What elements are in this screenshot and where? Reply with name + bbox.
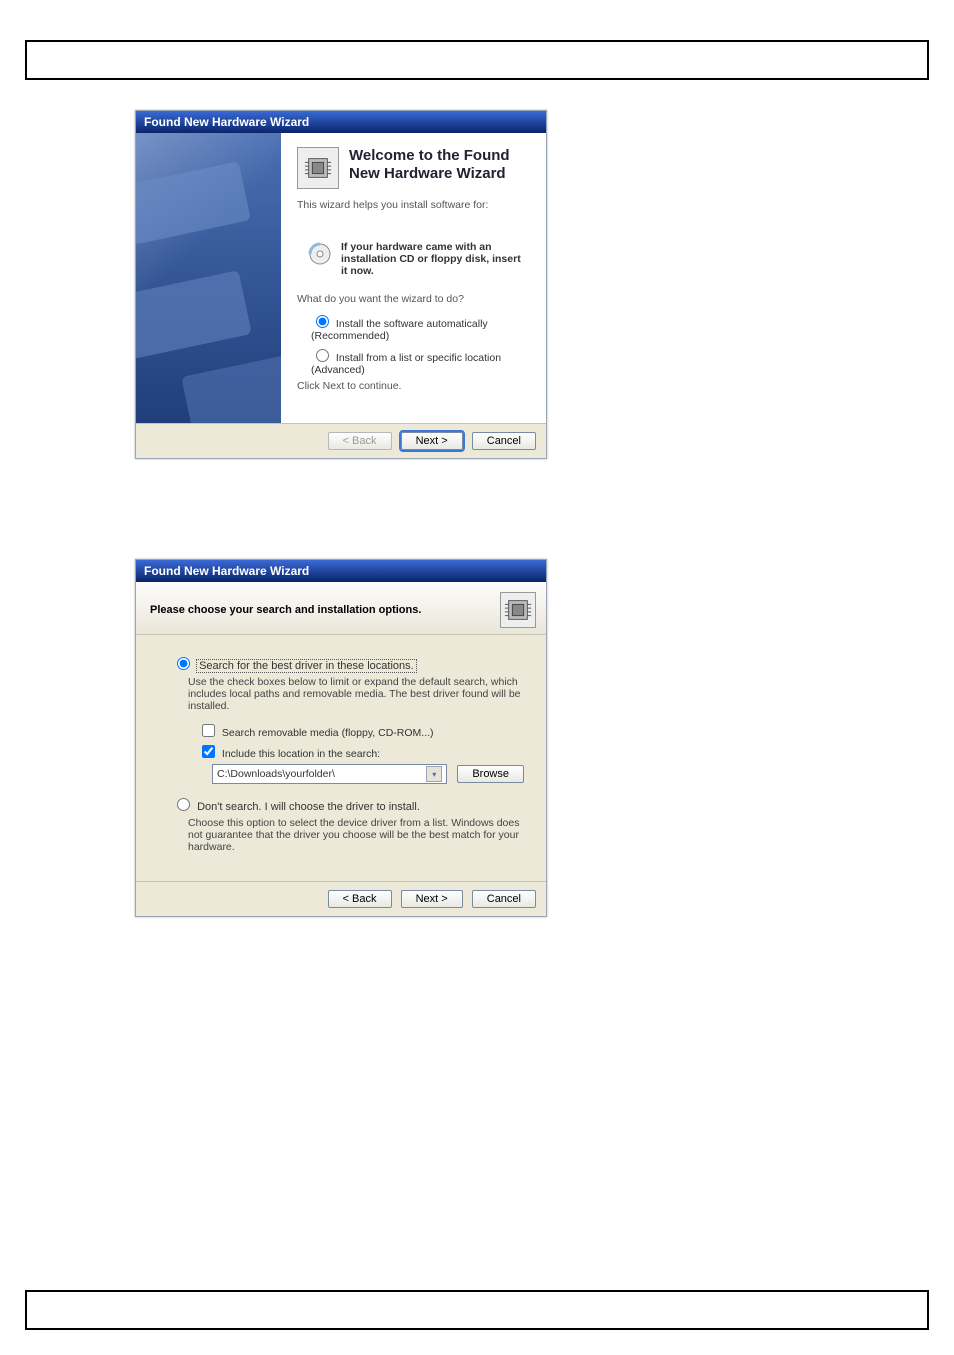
wizard1-opt-advanced[interactable]: Install from a list or specific location… (311, 345, 530, 376)
page-header-box (25, 40, 929, 80)
wizard2-path-row: C:\Downloads\yourfolder\ ▾ Browse (212, 764, 524, 784)
wizard1-cd-hint-row: If your hardware came with an installati… (307, 241, 530, 277)
wizard1-options: Install the software automatically (Reco… (311, 311, 530, 376)
wizard2-body: Search for the best driver in these loca… (136, 635, 546, 881)
wizard1-cd-hint: If your hardware came with an installati… (341, 241, 530, 277)
wizard1-next-button[interactable]: Next > (401, 432, 463, 450)
wizard2-search-desc: Use the check boxes below to limit or ex… (188, 676, 524, 712)
wizard1-body: Welcome to the Found New Hardware Wizard… (136, 133, 546, 423)
wizard1-back-button: < Back (328, 432, 392, 450)
wizard2-subtitle: Please choose your search and installati… (150, 604, 421, 616)
wizard1-titlebar: Found New Hardware Wizard (136, 111, 546, 133)
wizard2-path-value: C:\Downloads\yourfolder\ (217, 768, 335, 780)
wizard2-window: Found New Hardware Wizard Please choose … (135, 559, 547, 917)
wizard2-back-button[interactable]: < Back (328, 890, 392, 908)
cd-icon (307, 241, 333, 267)
wizard1-opt-advanced-radio[interactable] (316, 349, 329, 362)
wizard2-chk-media-label: Search removable media (floppy, CD-ROM..… (222, 727, 434, 739)
wizard2-chk-media[interactable] (202, 724, 215, 737)
wizard2-subheader: Please choose your search and installati… (136, 582, 546, 635)
chevron-down-icon[interactable]: ▾ (426, 766, 442, 782)
wizard2-cancel-button[interactable]: Cancel (472, 890, 536, 908)
wizard1-window: Found New Hardware Wizard (135, 110, 547, 459)
wizard2-title-text: Found New Hardware Wizard (144, 564, 309, 578)
wizard2-titlebar: Found New Hardware Wizard (136, 560, 546, 582)
wizard2-opt-dont[interactable]: Don't search. I will choose the driver t… (172, 794, 524, 813)
wizard1-button-bar: < Back Next > Cancel (136, 423, 546, 458)
page: Found New Hardware Wizard (0, 0, 954, 1355)
wizard1-cancel-button[interactable]: Cancel (472, 432, 536, 450)
wizard1-opt-auto-label: Install the software automatically (Reco… (311, 318, 488, 342)
wizard2-path-combo[interactable]: C:\Downloads\yourfolder\ ▾ (212, 764, 447, 784)
wizard2-opt-search-label: Search for the best driver in these loca… (197, 660, 416, 672)
page-content: Found New Hardware Wizard (25, 80, 929, 917)
wizard2-opt-dont-label: Don't search. I will choose the driver t… (197, 801, 420, 813)
wizard1-title-text: Found New Hardware Wizard (144, 115, 309, 129)
wizard1-question: What do you want the wizard to do? (297, 293, 530, 305)
wizard2-opt-search-radio[interactable] (177, 657, 190, 670)
wizard2-chk-include-label: Include this location in the search: (222, 748, 380, 760)
wizard1-opt-advanced-label: Install from a list or specific location… (311, 352, 501, 376)
wizard2-button-bar: < Back Next > Cancel (136, 881, 546, 916)
wizard1-opt-auto-radio[interactable] (316, 315, 329, 328)
wizard1-right-panel: Welcome to the Found New Hardware Wizard… (281, 133, 546, 423)
wizard1-intro: This wizard helps you install software f… (297, 199, 530, 211)
wizard2-browse-button[interactable]: Browse (457, 765, 524, 783)
wizard1-side-graphic (136, 133, 281, 423)
wizard2-chk-include[interactable] (202, 745, 215, 758)
wizard2-chk-media-row[interactable]: Search removable media (floppy, CD-ROM..… (198, 720, 524, 739)
wizard2-opt-dont-radio[interactable] (177, 798, 190, 811)
hardware-chip-icon (500, 592, 536, 628)
wizard1-opt-auto[interactable]: Install the software automatically (Reco… (311, 311, 530, 342)
wizard2-chk-include-row[interactable]: Include this location in the search: (198, 741, 524, 760)
wizard2-next-button[interactable]: Next > (401, 890, 463, 908)
wizard1-continue-hint: Click Next to continue. (297, 380, 530, 392)
hardware-chip-icon (297, 147, 339, 189)
page-footer-box (25, 1290, 929, 1330)
wizard2-opt-search[interactable]: Search for the best driver in these loca… (172, 653, 524, 672)
wizard2-dont-desc: Choose this option to select the device … (188, 817, 524, 853)
